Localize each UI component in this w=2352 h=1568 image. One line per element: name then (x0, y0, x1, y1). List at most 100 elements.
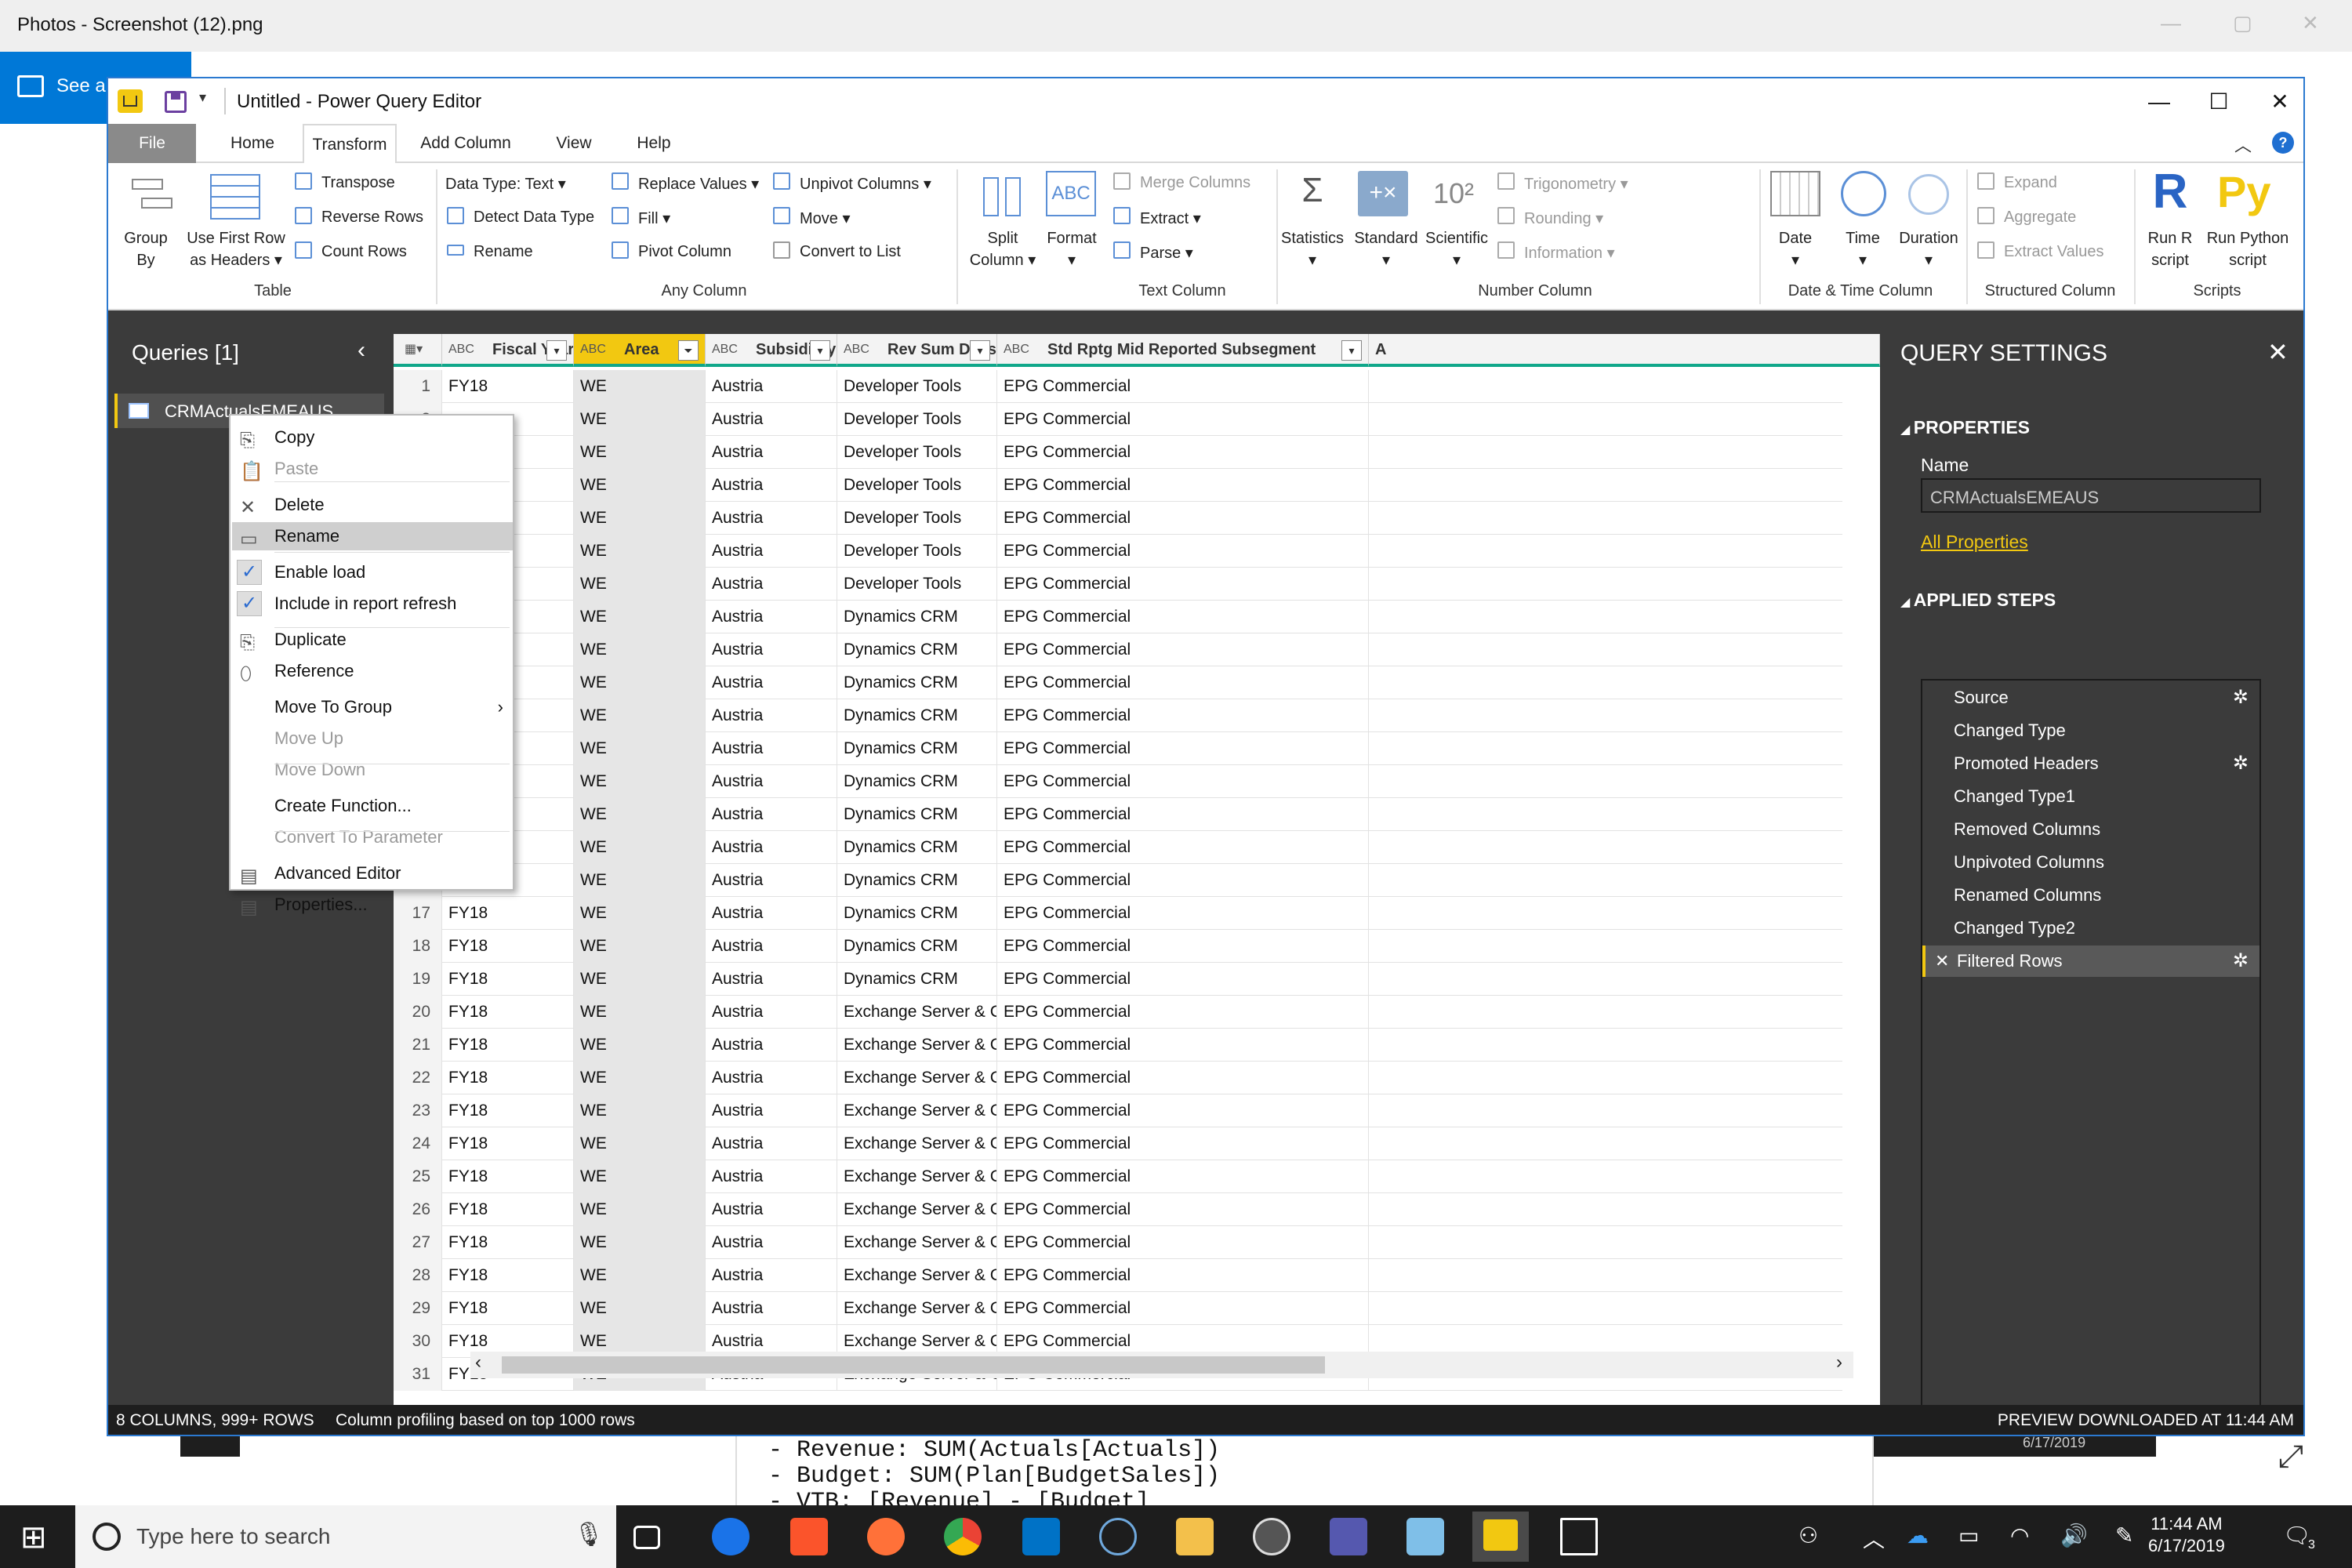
task-view-icon[interactable] (633, 1526, 660, 1549)
table-cell[interactable]: Austria (706, 1029, 837, 1062)
table-cell[interactable]: WE (574, 469, 706, 502)
help-icon[interactable]: ? (2272, 132, 2294, 154)
table-cell[interactable]: Austria (706, 963, 837, 996)
standard-button[interactable]: Standard ▾ (1350, 227, 1422, 271)
table-cell[interactable]: EPG Commercial (997, 469, 1369, 502)
table-cell[interactable]: EPG Commercial (997, 897, 1369, 930)
horizontal-scrollbar[interactable]: ‹ › (470, 1352, 1853, 1378)
table-cell[interactable]: WE (574, 403, 706, 436)
table-cell[interactable]: WE (574, 1127, 706, 1160)
menu-item-move-down[interactable]: Move Down (232, 756, 513, 784)
table-cell[interactable]: EPG Commercial (997, 1094, 1369, 1127)
table-cell[interactable]: EPG Commercial (997, 699, 1369, 732)
table-cell[interactable]: Austria (706, 1259, 837, 1292)
applied-step-renamed-columns[interactable]: Renamed Columns (1922, 880, 2259, 911)
table-cell[interactable]: Dynamics CRM (837, 930, 997, 963)
table-cell[interactable]: WE (574, 502, 706, 535)
scientific-button[interactable]: Scientific ▾ (1421, 227, 1493, 271)
app-icon[interactable] (1406, 1518, 1444, 1555)
tab-help[interactable]: Help (616, 124, 691, 163)
pivot-column-button[interactable]: Pivot Column (638, 243, 731, 261)
filter-dropdown-icon[interactable]: ▾ (810, 340, 830, 361)
table-cell[interactable]: WE (574, 798, 706, 831)
convert-to-list-button[interactable]: Convert to List (800, 243, 901, 261)
column-header-area[interactable]: ABC Area ⏷ (574, 334, 706, 367)
applied-step-promoted-headers[interactable]: Promoted Headers ✲ (1922, 748, 2259, 779)
duration-button[interactable]: Duration ▾ (1896, 227, 1962, 271)
teams-icon[interactable] (1330, 1518, 1367, 1555)
extract-button[interactable]: Extract ▾ (1140, 209, 1201, 228)
applied-step-changed-type[interactable]: Changed Type (1922, 715, 2259, 746)
table-cell[interactable]: FY18 (442, 1292, 574, 1325)
table-cell[interactable]: EPG Commercial (997, 1160, 1369, 1193)
table-cell[interactable]: Developer Tools (837, 403, 997, 436)
table-cell[interactable]: WE (574, 633, 706, 666)
parse-button[interactable]: Parse ▾ (1140, 243, 1193, 263)
menu-item-properties[interactable]: ▤ Properties... (232, 891, 513, 919)
table-cell[interactable]: Austria (706, 1292, 837, 1325)
table-cell[interactable]: WE (574, 864, 706, 897)
table-cell[interactable]: WE (574, 1259, 706, 1292)
menu-item-paste[interactable]: 📋 Paste (232, 455, 513, 483)
table-cell[interactable]: FY18 (442, 930, 574, 963)
table-cell[interactable]: Exchange Server & CAL (837, 1193, 997, 1226)
onedrive-icon[interactable]: ☁ (1907, 1523, 1929, 1548)
table-cell[interactable]: EPG Commercial (997, 601, 1369, 633)
column-header-rev-sum-division[interactable]: ABCRev Sum Division▾ (837, 334, 997, 367)
table-cell[interactable]: WE (574, 765, 706, 798)
move-button[interactable]: Move ▾ (800, 209, 851, 228)
query-name-input[interactable]: CRMActualsEMEAUS (1921, 478, 2261, 513)
table-cell[interactable]: EPG Commercial (997, 633, 1369, 666)
menu-item-advanced-editor[interactable]: ▤ Advanced Editor (232, 859, 513, 887)
table-cell[interactable]: Austria (706, 798, 837, 831)
extract-values-button[interactable]: Extract Values (2004, 243, 2103, 261)
save-icon[interactable] (165, 91, 187, 113)
edge-icon[interactable] (712, 1518, 750, 1555)
table-cell[interactable]: Developer Tools (837, 436, 997, 469)
table-cell[interactable]: Austria (706, 1062, 837, 1094)
table-cell[interactable]: Developer Tools (837, 469, 997, 502)
date-button[interactable]: Date ▾ (1762, 227, 1828, 271)
table-cell[interactable]: WE (574, 1160, 706, 1193)
transpose-button[interactable]: Transpose (321, 174, 395, 192)
table-cell[interactable]: Austria (706, 930, 837, 963)
format-button[interactable]: Format ▾ (1043, 227, 1101, 271)
reverse-rows-button[interactable]: Reverse Rows (321, 209, 423, 227)
table-cell[interactable]: EPG Commercial (997, 798, 1369, 831)
applied-step-source[interactable]: Source ✲ (1922, 682, 2259, 713)
table-cell[interactable]: Austria (706, 699, 837, 732)
table-cell[interactable]: Dynamics CRM (837, 831, 997, 864)
table-cell[interactable]: Austria (706, 732, 837, 765)
table-cell[interactable]: Exchange Server & CAL (837, 1160, 997, 1193)
table-cell[interactable]: WE (574, 963, 706, 996)
step-settings-gear-icon[interactable]: ✲ (2233, 682, 2249, 713)
table-cell[interactable]: Dynamics CRM (837, 732, 997, 765)
battery-icon[interactable]: ▭ (1958, 1523, 1979, 1548)
photos-close-button[interactable]: ✕ (2302, 11, 2319, 35)
split-column-button[interactable]: Split Column ▾ (967, 227, 1038, 271)
statistics-button[interactable]: Statistics ▾ (1276, 227, 1348, 271)
table-cell[interactable]: WE (574, 601, 706, 633)
table-cell[interactable]: EPG Commercial (997, 1292, 1369, 1325)
table-cell[interactable]: EPG Commercial (997, 831, 1369, 864)
filter-active-icon[interactable]: ⏷ (678, 340, 699, 361)
detect-data-type-button[interactable]: Detect Data Type (474, 209, 594, 227)
table-cell[interactable]: WE (574, 1193, 706, 1226)
column-header-next[interactable]: A (1369, 334, 1880, 367)
table-cell[interactable]: Austria (706, 370, 837, 403)
vpn-lock-icon[interactable] (1253, 1518, 1290, 1555)
table-cell[interactable]: Austria (706, 601, 837, 633)
menu-item-include-in-report-refresh[interactable]: ✓ Include in report refresh (232, 590, 513, 618)
tab-transform[interactable]: Transform (303, 124, 397, 165)
close-settings-icon[interactable]: ✕ (2267, 337, 2288, 367)
step-settings-gear-icon[interactable]: ✲ (2233, 748, 2249, 779)
run-r-script-button[interactable]: Run R script (2137, 227, 2203, 271)
table-cell[interactable]: Dynamics CRM (837, 666, 997, 699)
microphone-icon[interactable]: 🎙 (574, 1521, 604, 1548)
table-cell[interactable]: Exchange Server & CAL (837, 1094, 997, 1127)
table-cell[interactable]: WE (574, 436, 706, 469)
table-cell[interactable]: Developer Tools (837, 370, 997, 403)
table-cell[interactable]: EPG Commercial (997, 864, 1369, 897)
table-cell[interactable]: Dynamics CRM (837, 765, 997, 798)
table-cell[interactable]: Austria (706, 1193, 837, 1226)
